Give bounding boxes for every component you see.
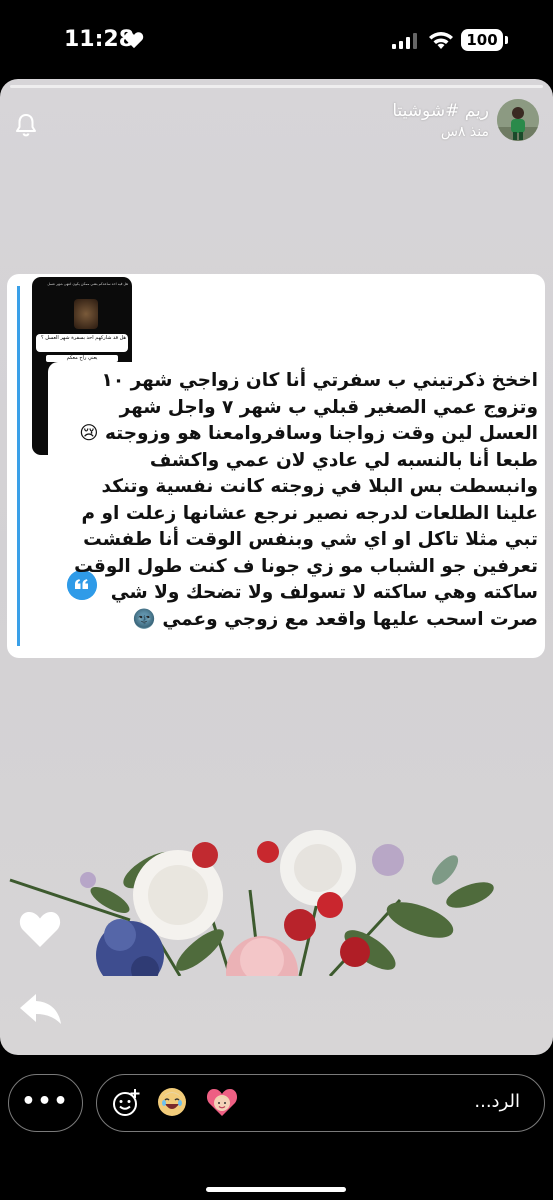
- wifi-icon: [429, 32, 453, 49]
- quote-line: صرت اسحب عليها واقعد مع زوجي وعمي 🌚: [132, 608, 538, 630]
- avatar-image: [497, 99, 539, 141]
- status-bar: 11:28 100: [0, 0, 553, 80]
- home-indicator[interactable]: [206, 1187, 346, 1192]
- quote-line: ساكته وهي ساكته لا تسولف ولا تضحك ولا شي: [110, 582, 538, 603]
- quote-line: اخخخ ذكرتيني ب سفرتي أنا كان زواجي شهر ١…: [101, 370, 538, 391]
- quote-line: وتزوج عمي الصغير قبلي ب شهر ٧ واجل شهر: [119, 396, 538, 418]
- like-heart-button[interactable]: [18, 909, 62, 949]
- card-accent-bar: [17, 286, 20, 646]
- laughing-face-emoji[interactable]: [157, 1087, 187, 1117]
- heart-girl-emoji[interactable]: [206, 1086, 238, 1118]
- reply-input[interactable]: الرد...: [96, 1074, 545, 1132]
- more-options-button[interactable]: •••: [8, 1074, 83, 1132]
- thumbnail-top-text: هل فيه احد ساعدكم بشي ممكن يكون انتهى شه…: [47, 282, 128, 286]
- quote-line: العسل لين وقت زواجنا وسافروامعنا هو وزوج…: [79, 423, 538, 444]
- battery-nub: [505, 36, 508, 44]
- quote-line: طبعا أنا بالنسبه لي عادي لان عمي واكشف: [149, 449, 538, 471]
- reply-placeholder: الرد...: [474, 1091, 520, 1112]
- flower-bouquet-image: [9, 830, 494, 976]
- thumbnail-subtitle: يعني راح معكم: [46, 355, 118, 362]
- story-progress-bar: [10, 85, 543, 88]
- quote-text: اخخخ ذكرتيني ب سفرتي أنا كان زواجي شهر ١…: [74, 368, 539, 633]
- add-emoji-icon[interactable]: [111, 1088, 141, 1118]
- cellular-signal-icon: [392, 33, 417, 49]
- quote-line: علينا الطلعات لدرجه نصير نرجع عشانها زعل…: [81, 502, 539, 524]
- story-timestamp: منذ ٨س: [440, 124, 489, 140]
- heart-status-icon: [124, 32, 144, 49]
- quote-line: تعرفين جو الشباب مو زي جونا ف كنت طول ال…: [74, 555, 538, 577]
- thumbnail-image: [74, 299, 98, 329]
- battery-indicator: 100: [461, 29, 503, 51]
- bell-icon[interactable]: [12, 111, 40, 139]
- thumbnail-question: هل قد شاركهم احد بسفرة شهر العسل ؟: [36, 334, 128, 352]
- avatar[interactable]: [497, 99, 539, 141]
- quote-line: وانبسطت بس البلا في زوجته كانت نفسية وتن…: [101, 476, 539, 497]
- reply-arrow-button[interactable]: [18, 991, 64, 1027]
- story-user-name[interactable]: ريم #شوشيتا: [392, 101, 489, 121]
- quote-line: تبي مثلا تاكل او اي شي وبنفس الوقت أنا ط…: [83, 529, 538, 550]
